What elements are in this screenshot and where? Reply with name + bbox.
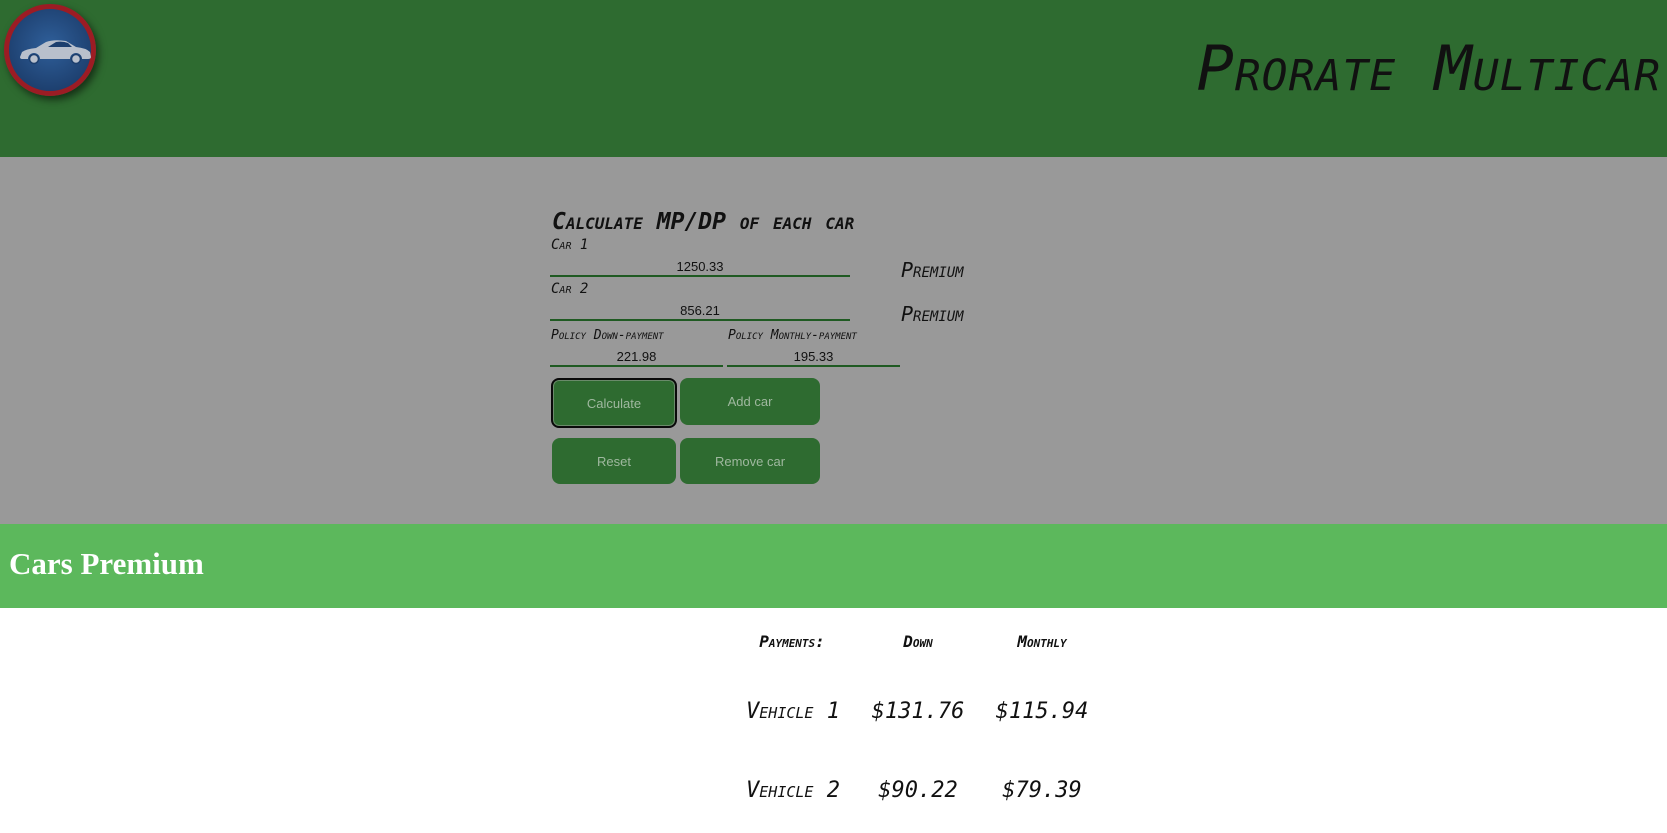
app-title: Prorate Multicar: [1196, 32, 1661, 105]
cars-premium-banner: Cars Premium: [0, 524, 1667, 608]
remove-car-button[interactable]: Remove car: [680, 438, 820, 484]
monthly-payment-input[interactable]: [727, 347, 900, 367]
car2-label: Car 2: [551, 281, 589, 297]
vehicle-2-monthly: $79.39: [1002, 778, 1082, 803]
car1-label: Car 1: [551, 237, 589, 253]
reset-button[interactable]: Reset: [552, 438, 676, 484]
vehicle-2-down: $90.22: [878, 778, 958, 803]
calculator-form: Calculate MP/DP of each car Car 1 Premiu…: [0, 157, 1667, 524]
banner-title: Cars Premium: [9, 546, 204, 581]
add-car-button[interactable]: Add car: [680, 378, 820, 425]
down-payment-input[interactable]: [550, 347, 723, 367]
results-table: Payments: Down Monthly Vehicle 1 $131.76…: [0, 608, 1667, 833]
vehicle-2-name: Vehicle 2: [746, 778, 840, 803]
payments-header: Payments:: [759, 632, 825, 651]
monthly-header: Monthly: [1017, 632, 1067, 651]
car-icon: [20, 40, 91, 65]
app-logo: [4, 4, 96, 96]
vehicle-1-name: Vehicle 1: [746, 699, 840, 724]
down-payment-label: Policy Down-payment: [551, 328, 664, 343]
monthly-payment-label: Policy Monthly-payment: [728, 328, 857, 343]
vehicle-1-monthly: $115.94: [995, 699, 1089, 724]
car2-premium-label: Premium: [901, 302, 964, 326]
car2-premium-input[interactable]: [550, 301, 850, 321]
form-title: Calculate MP/DP of each car: [552, 209, 855, 235]
calculate-button[interactable]: Calculate: [551, 378, 677, 428]
down-header: Down: [903, 632, 933, 651]
car1-premium-label: Premium: [901, 258, 964, 282]
car1-premium-input[interactable]: [550, 257, 850, 277]
app-header: Prorate Multicar: [0, 0, 1667, 157]
vehicle-1-down: $131.76: [871, 699, 965, 724]
